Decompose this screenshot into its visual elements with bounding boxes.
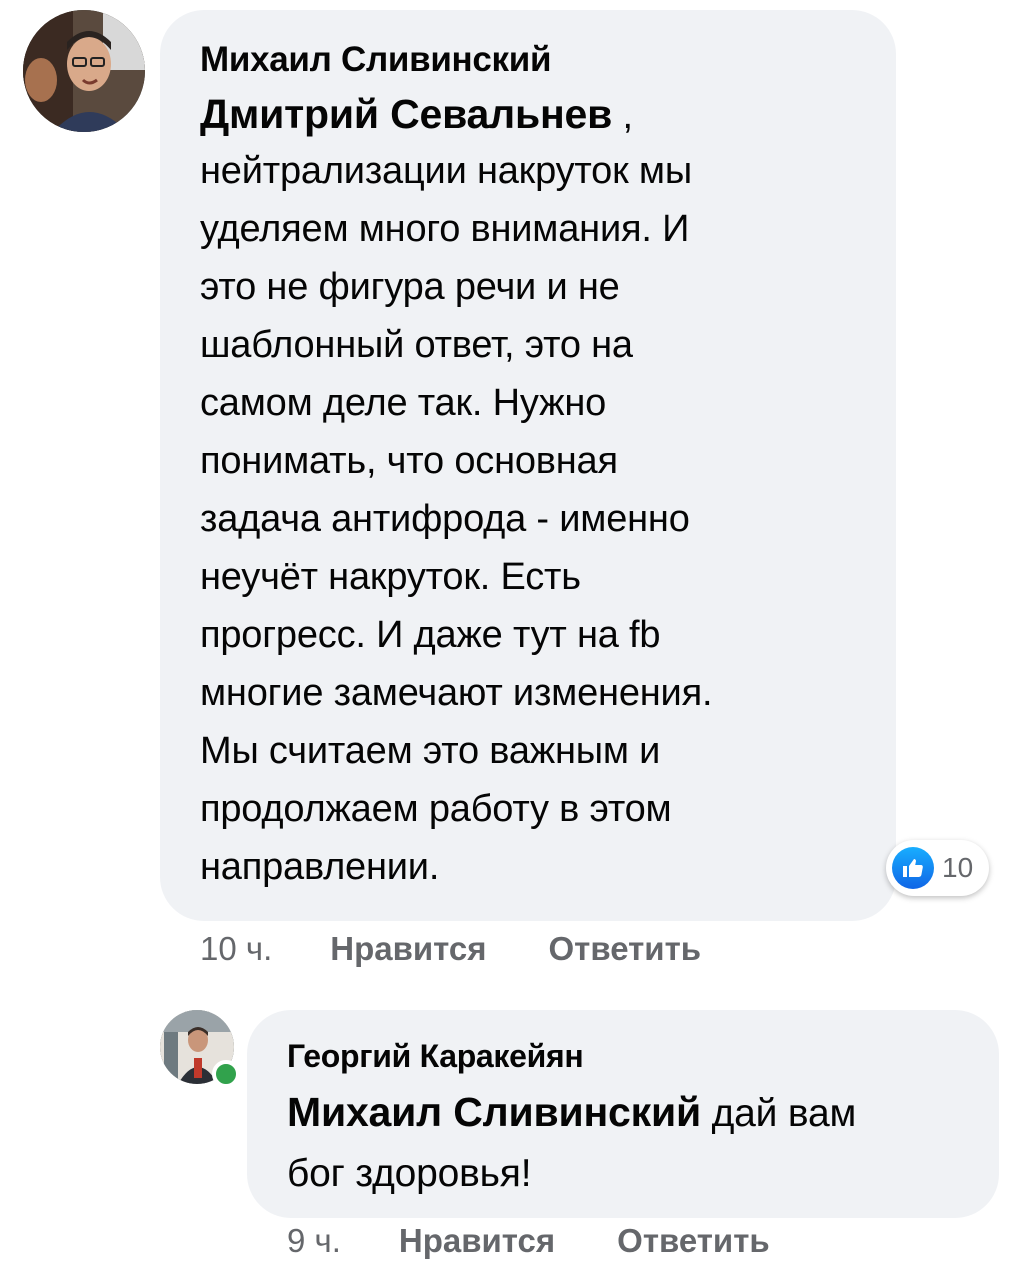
comment-actions: 10 ч. Нравится Ответить xyxy=(200,930,763,968)
reply-reply-button[interactable]: Ответить xyxy=(617,1222,770,1260)
comment-bubble: Михаил Сливинский Дмитрий Севальнев , не… xyxy=(160,10,896,921)
thumbs-up-icon xyxy=(892,847,934,889)
comment-line: многие замечают изменения. xyxy=(200,672,713,714)
reply-author-name[interactable]: Георгий Каракейян xyxy=(287,1036,959,1076)
comment-line: задача антифрода - именно xyxy=(200,498,690,540)
comment-line: уделяем много внимания. И xyxy=(200,208,690,250)
reaction-summary[interactable]: 10 xyxy=(886,840,990,896)
comment-body: Дмитрий Севальнев , нейтрализации накрут… xyxy=(200,88,856,896)
reply-like-button[interactable]: Нравится xyxy=(399,1222,555,1260)
mention-link[interactable]: Дмитрий Севальнев xyxy=(200,91,612,137)
reply-text-line-2: бог здоровья! xyxy=(287,1152,532,1195)
reply-mention-link[interactable]: Михаил Сливинский xyxy=(287,1089,701,1135)
mention-suffix: , xyxy=(612,95,634,137)
comment-line: шаблонный ответ, это на xyxy=(200,324,633,366)
comment-line: понимать, что основная xyxy=(200,440,618,482)
comment-timestamp[interactable]: 10 ч. xyxy=(200,930,272,968)
reply-timestamp[interactable]: 9 ч. xyxy=(287,1222,341,1260)
reply-text: дай вам xyxy=(700,1092,857,1135)
commenter-avatar[interactable] xyxy=(23,10,145,132)
comment-line: это не фигура речи и не xyxy=(200,266,620,308)
reply-body: Михаил Сливинский дай вам бог здоровья! xyxy=(287,1082,959,1204)
like-button[interactable]: Нравится xyxy=(330,930,486,968)
reply-bubble: Георгий Каракейян Михаил Сливинский дай … xyxy=(247,1010,999,1218)
comment-line: продолжаем работу в этом xyxy=(200,788,672,830)
comment-line: прогресс. И даже тут на fb xyxy=(200,614,661,656)
comment-line: направлении. xyxy=(200,846,440,888)
person-photo-icon xyxy=(23,10,145,132)
comment-line: нейтрализации накруток мы xyxy=(200,150,692,192)
online-status-icon xyxy=(212,1060,240,1088)
reply-actions: 9 ч. Нравится Ответить xyxy=(287,1222,832,1260)
reaction-count: 10 xyxy=(942,852,974,883)
comment-line: неучёт накруток. Есть xyxy=(200,556,581,598)
comment-author-name[interactable]: Михаил Сливинский xyxy=(200,38,856,82)
comment-line: самом деле так. Нужно xyxy=(200,382,607,424)
comment-line: Мы считаем это важным и xyxy=(200,730,661,772)
reply-button[interactable]: Ответить xyxy=(549,930,702,968)
